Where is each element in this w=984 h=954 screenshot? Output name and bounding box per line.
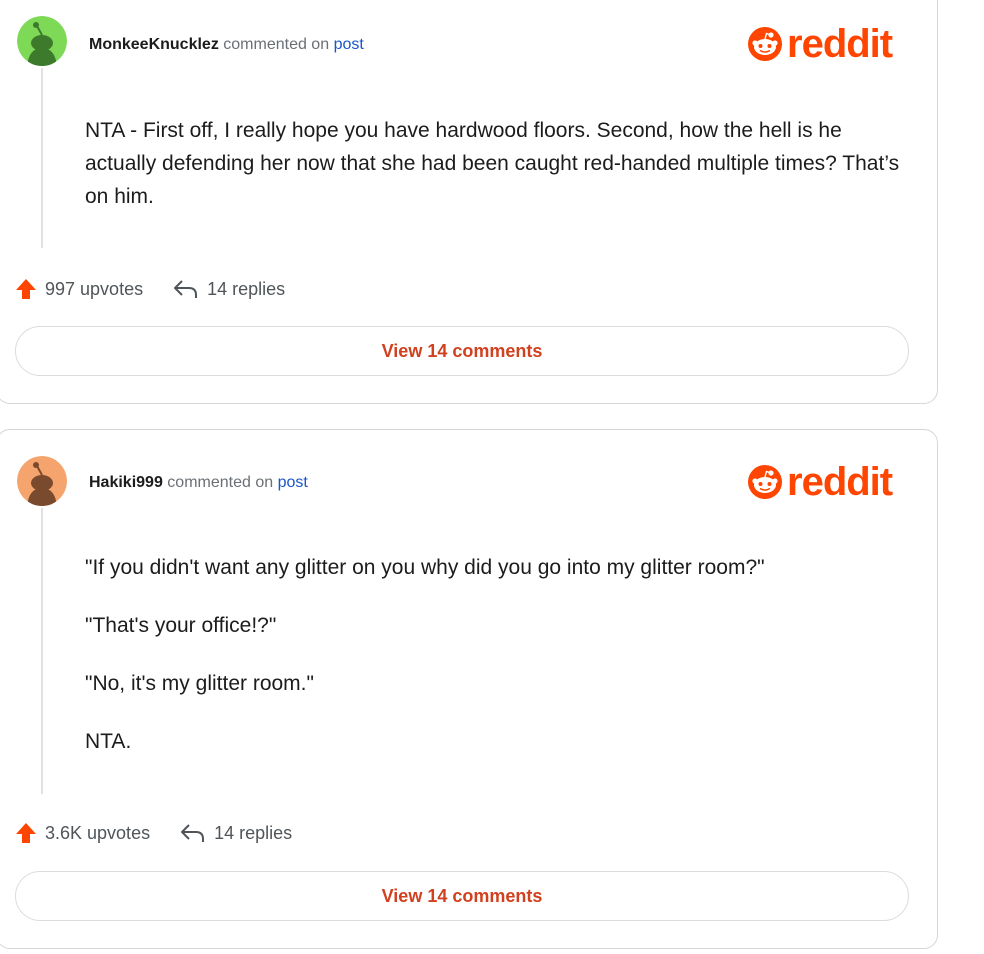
post-link[interactable]: post <box>334 36 364 53</box>
comment-paragraph: "That's your office!?" <box>85 614 277 637</box>
comment-header: MonkeeKnucklez commented on post <box>89 35 364 55</box>
comment-card: MonkeeKnucklez commented on post reddit … <box>0 0 938 404</box>
snoo-alien-avatar-icon <box>17 16 67 66</box>
comment-paragraph: NTA. <box>85 730 132 753</box>
post-link[interactable]: post <box>278 474 308 491</box>
upvote-arrow-icon[interactable] <box>15 822 37 844</box>
upvote-count: 3.6K upvotes <box>45 822 151 843</box>
view-comments-button[interactable]: View 14 comments <box>15 871 909 921</box>
thread-line <box>41 68 43 248</box>
comment-body: NTA - First off, I really hope you have … <box>85 114 905 213</box>
upvote-count: 997 upvotes <box>45 278 144 299</box>
user-avatar[interactable] <box>17 456 67 506</box>
upvote-arrow-icon[interactable] <box>15 278 37 300</box>
reddit-wordmark: reddit <box>787 22 893 66</box>
reply-count: 14 replies <box>214 822 293 843</box>
comment-card: Hakiki999 commented on post reddit "If y… <box>0 429 938 949</box>
reply-arrow-icon <box>174 280 198 298</box>
username[interactable]: MonkeeKnucklez <box>89 36 219 53</box>
comment-paragraph: NTA - First off, I really hope you have … <box>85 119 900 208</box>
user-avatar[interactable] <box>17 16 67 66</box>
reddit-logo[interactable]: reddit <box>747 460 893 504</box>
reply-count: 14 replies <box>207 278 286 299</box>
replies-button[interactable]: 14 replies <box>173 278 285 300</box>
thread-line <box>41 508 43 794</box>
comment-body: "If you didn't want any glitter on you w… <box>85 551 905 758</box>
comment-meta: 3.6K upvotes 14 replies <box>15 822 292 844</box>
username[interactable]: Hakiki999 <box>89 474 163 491</box>
reddit-logo[interactable]: reddit <box>747 22 893 66</box>
replies-button[interactable]: 14 replies <box>180 822 292 844</box>
comment-header: Hakiki999 commented on post <box>89 473 308 493</box>
comment-meta: 997 upvotes 14 replies <box>15 278 285 300</box>
action-text: commented on <box>167 474 274 491</box>
view-comments-button[interactable]: View 14 comments <box>15 326 909 376</box>
comment-paragraph: "No, it's my glitter room." <box>85 672 314 695</box>
comment-paragraph: "If you didn't want any glitter on you w… <box>85 556 765 579</box>
action-text: commented on <box>223 36 330 53</box>
snoo-alien-avatar-icon <box>17 456 67 506</box>
reddit-wordmark: reddit <box>787 460 893 504</box>
reddit-snoo-logo-icon <box>748 27 782 61</box>
reddit-snoo-logo-icon <box>748 465 782 499</box>
reply-arrow-icon <box>181 824 205 842</box>
